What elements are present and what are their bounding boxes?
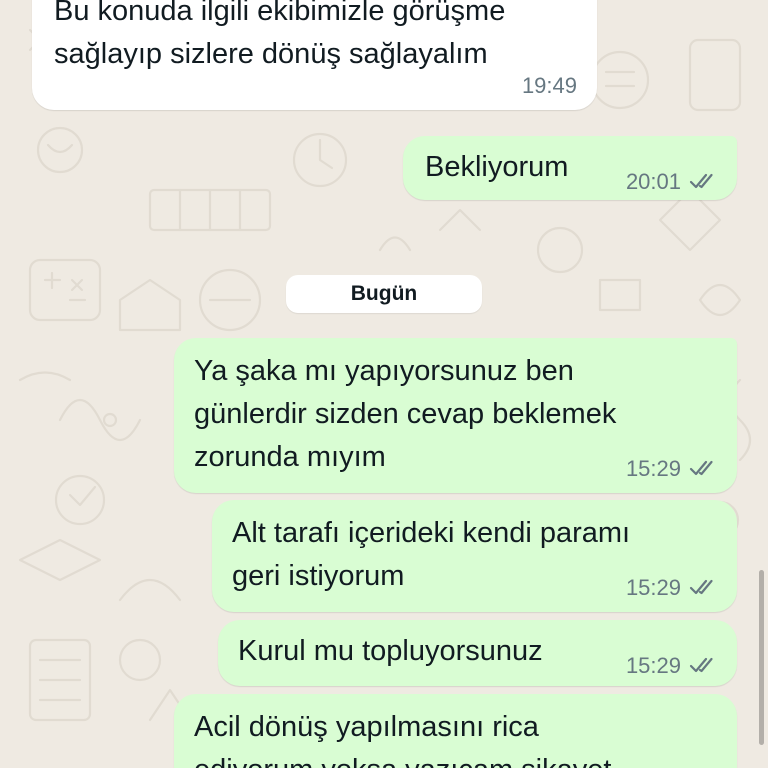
message-meta: 15:29 (626, 455, 717, 481)
message-bubble-outgoing[interactable]: Ya şaka mı yapıyorsunuz ben günlerdir si… (174, 338, 737, 493)
read-ticks-icon (689, 460, 713, 476)
message-text: Alt tarafı içerideki kendi paramı geri i… (232, 517, 631, 592)
message-meta: 19:49 (522, 72, 577, 98)
message-bubble-outgoing[interactable]: Kurul mu topluyorsunuz 15:29 (218, 620, 737, 686)
read-ticks-icon (689, 657, 713, 673)
read-ticks-icon (689, 579, 713, 595)
message-time: 15:29 (625, 455, 681, 481)
read-ticks-icon (689, 173, 713, 189)
scrollbar[interactable] (759, 570, 764, 745)
message-time: 15:29 (625, 652, 681, 678)
message-bubble-incoming[interactable]: Bu konuda ilgili ekibimizle görüşme sağl… (32, 0, 597, 110)
message-bubble-outgoing[interactable]: Alt tarafı içerideki kendi paramı geri i… (212, 500, 737, 612)
message-text: Ya şaka mı yapıyorsunuz ben günlerdir si… (194, 355, 617, 473)
date-divider: Bugün (286, 275, 482, 313)
message-text: Acil dönüş yapılmasını rica ediyorum yok… (194, 711, 611, 768)
message-time: 15:29 (625, 574, 681, 600)
message-bubble-outgoing[interactable]: Bekliyorum 20:01 (403, 136, 737, 200)
message-meta: 15:29 (626, 574, 717, 600)
message-meta: 15:29 (626, 652, 717, 678)
message-text: Bu konuda ilgili ekibimizle görüşme sağl… (54, 0, 506, 70)
message-time: 20:01 (625, 168, 681, 194)
message-time: 19:49 (521, 72, 577, 98)
message-text: Bekliyorum (425, 151, 569, 183)
message-meta: 20:01 (626, 168, 717, 194)
message-bubble-outgoing[interactable]: Acil dönüş yapılmasını rica ediyorum yok… (174, 694, 737, 768)
message-text: Kurul mu topluyorsunuz (238, 635, 543, 667)
